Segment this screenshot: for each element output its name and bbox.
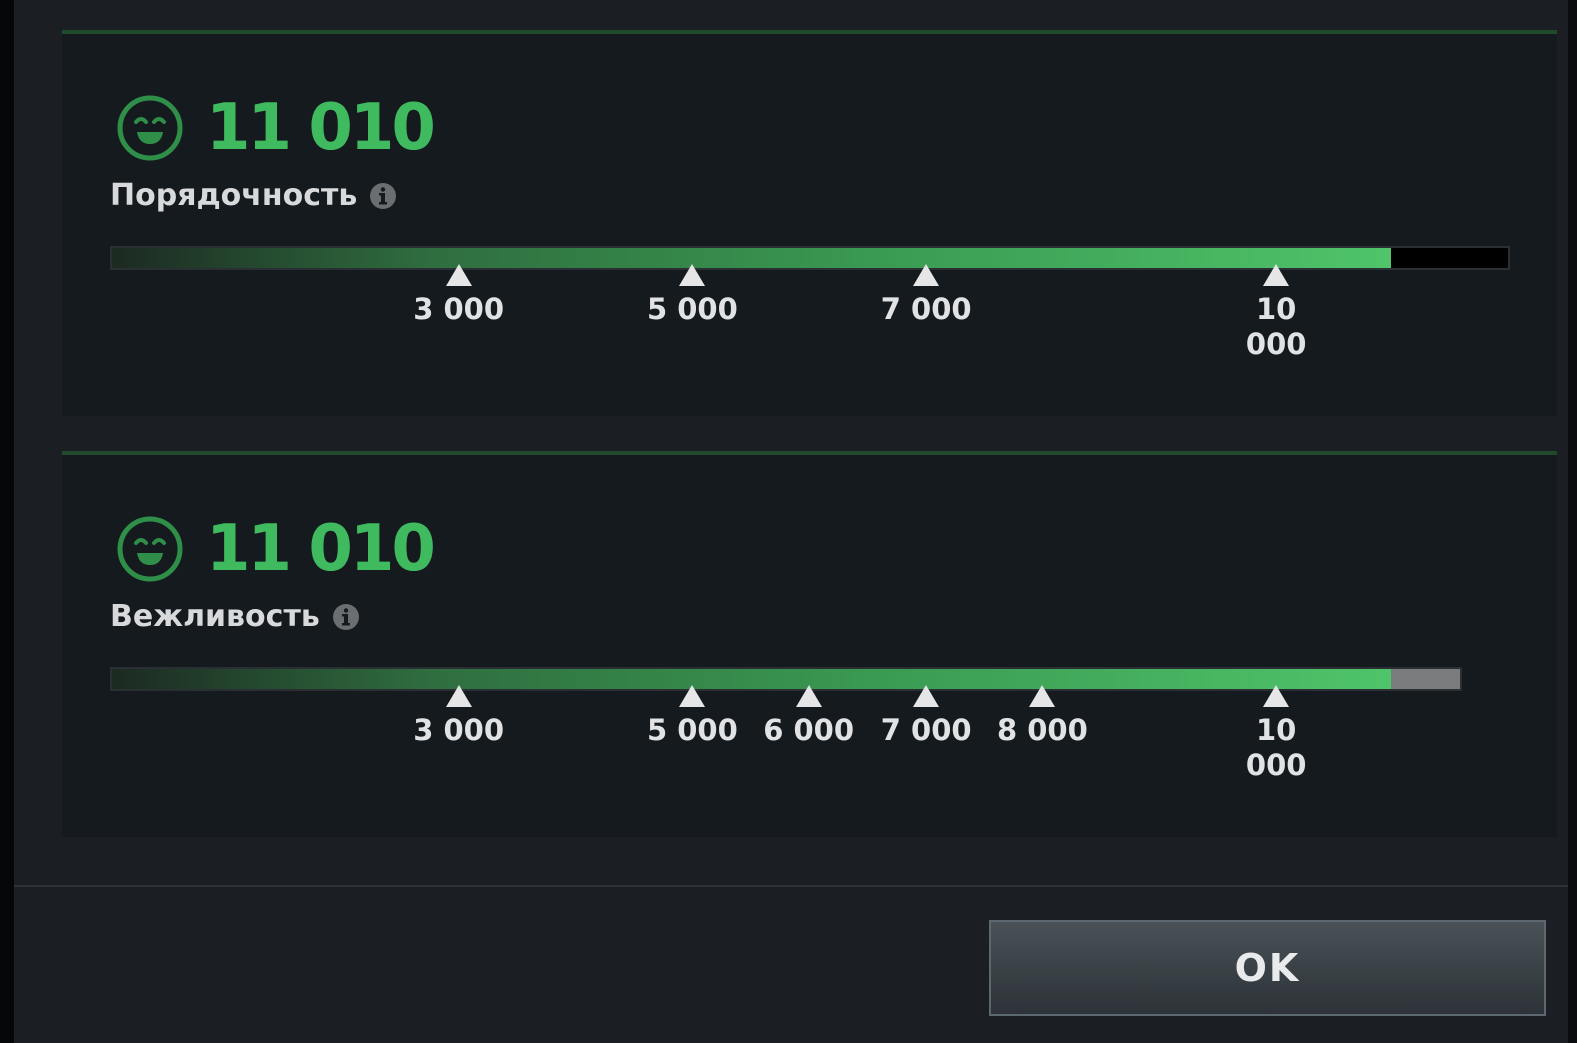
threshold-marker: 10 000 [1241, 685, 1311, 783]
threshold-label: 7 000 [880, 713, 972, 747]
right-edge [1568, 0, 1577, 1043]
info-icon[interactable] [369, 182, 397, 210]
threshold-label: 8 000 [996, 713, 1088, 747]
threshold-triangle-icon [445, 685, 472, 707]
threshold-triangle-icon [795, 685, 822, 707]
progress-remainder [1390, 248, 1508, 268]
threshold-triangle-icon [913, 685, 940, 707]
metric-label-text: Вежливость [110, 599, 320, 634]
score-value: 11 010 [206, 512, 436, 586]
threshold-marker: 6 000 [749, 685, 869, 748]
threshold-label: 10 000 [1245, 292, 1307, 361]
threshold-marker: 5 000 [632, 264, 752, 327]
left-edge [0, 0, 14, 1043]
metric-label-text: Порядочность [110, 178, 358, 213]
smiling-face-icon [117, 516, 183, 582]
ok-button[interactable]: OK [989, 920, 1546, 1016]
info-icon[interactable] [332, 603, 360, 631]
threshold-marker: 8 000 [982, 685, 1102, 748]
metric-panel-politeness: 11 010 Вежливость 3 000 5 000 6 000 7 000 8 … [62, 451, 1557, 837]
score-value: 11 010 [206, 91, 436, 165]
metric-label: Порядочность [110, 176, 397, 216]
footer-divider [14, 885, 1568, 887]
threshold-marker: 7 000 [866, 685, 986, 748]
threshold-triangle-icon [1263, 264, 1290, 286]
metric-panel-decency: 11 010 Порядочность 3 000 5 000 7 000 10 00… [62, 30, 1557, 416]
threshold-triangle-icon [913, 264, 940, 286]
threshold-triangle-icon [679, 685, 706, 707]
threshold-marker: 3 000 [399, 264, 519, 327]
threshold-triangle-icon [1263, 685, 1290, 707]
threshold-marker: 5 000 [632, 685, 752, 748]
threshold-label: 7 000 [880, 292, 972, 326]
smiling-face-icon [117, 95, 183, 161]
threshold-triangle-icon [445, 264, 472, 286]
threshold-label: 10 000 [1245, 713, 1307, 782]
threshold-marker: 10 000 [1241, 264, 1311, 362]
threshold-marker: 3 000 [399, 685, 519, 748]
threshold-label: 5 000 [646, 292, 738, 326]
metric-label: Вежливость [110, 597, 360, 637]
threshold-label: 3 000 [413, 713, 504, 747]
threshold-triangle-icon [1029, 685, 1056, 707]
threshold-triangle-icon [679, 264, 706, 286]
threshold-label: 3 000 [413, 292, 504, 326]
progress-remainder [1390, 669, 1461, 689]
threshold-label: 6 000 [763, 713, 854, 747]
threshold-label: 5 000 [646, 713, 738, 747]
threshold-marker: 7 000 [866, 264, 986, 327]
